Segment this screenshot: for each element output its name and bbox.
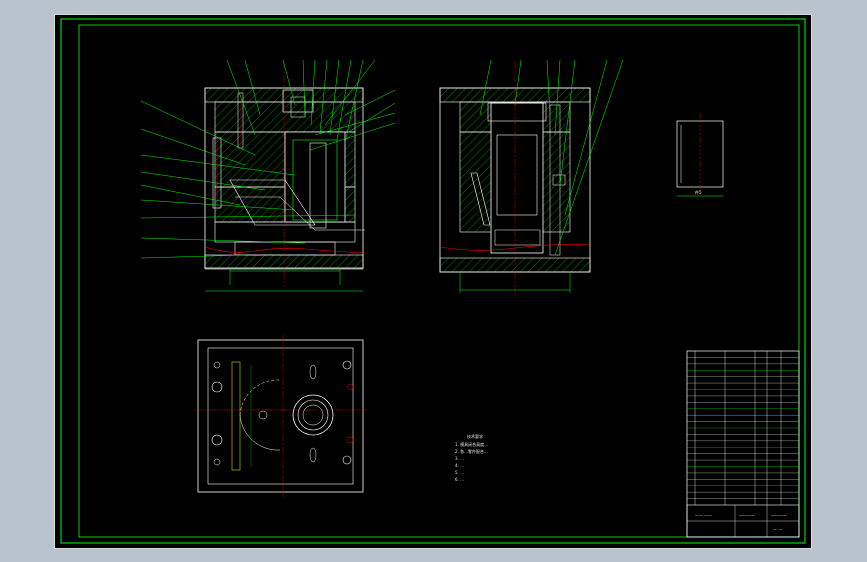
part-detail-label: 件5 — [695, 189, 702, 195]
tech-req-line: 2. 各...零件配合... — [455, 448, 488, 454]
svg-text:—— ——: —— —— — [695, 513, 712, 518]
outer-border — [60, 18, 806, 544]
side-section-view — [439, 59, 624, 300]
technical-requirements: 技术要求 1. 模具闭合高度... 2. 各...零件配合... 3. ... … — [455, 433, 488, 482]
drawing-canvas[interactable]: 件5 技术要求 1. 模具闭合高度... 2. 各...零件配合... 3. .… — [54, 14, 812, 549]
tech-req-line: 6. ... — [455, 477, 464, 482]
svg-text:————: ———— — [739, 513, 755, 518]
main-section-view — [140, 59, 396, 292]
tech-req-line: 1. 模具闭合高度... — [455, 441, 488, 447]
tech-req-line: 5. ... — [455, 470, 464, 475]
svg-text:————: ———— — [771, 513, 787, 518]
title-block: —— —— ———— ———— — — — [686, 350, 800, 538]
plan-view — [195, 335, 367, 497]
tech-req-line: 4. ... — [455, 463, 464, 468]
drawing-svg: 件5 技术要求 1. 模具闭合高度... 2. 各...零件配合... 3. .… — [60, 18, 806, 544]
tech-req-heading: 技术要求 — [467, 433, 483, 439]
cad-window: 件5 技术要求 1. 模具闭合高度... 2. 各...零件配合... 3. .… — [0, 0, 867, 562]
tech-req-line: 3. ... — [455, 456, 464, 461]
svg-text:— —: — — — [773, 527, 782, 532]
part-detail-view: 件5 — [676, 113, 724, 197]
